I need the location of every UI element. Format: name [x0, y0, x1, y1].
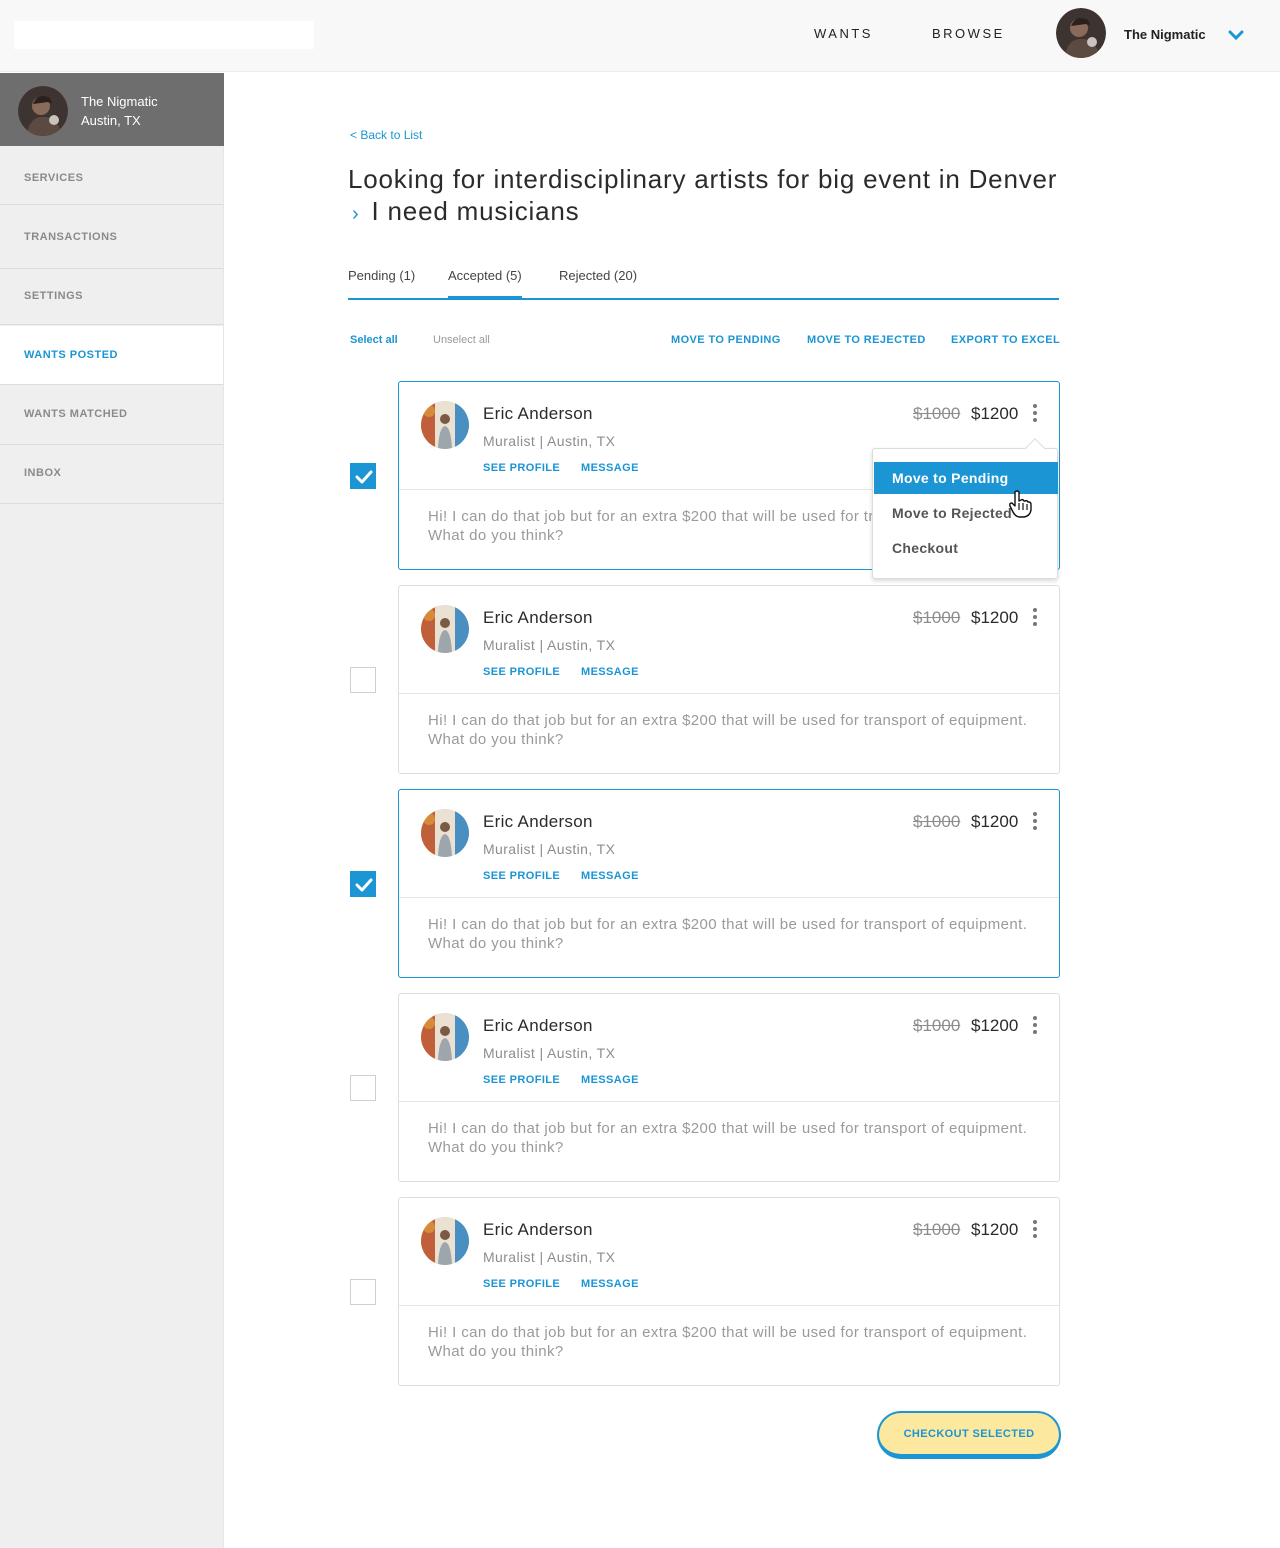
sidebar-item-settings[interactable]: SETTINGS: [0, 270, 223, 325]
sidebar-item-label: SERVICES: [24, 172, 84, 184]
message-link[interactable]: MESSAGE: [581, 666, 639, 678]
more-options-icon[interactable]: [1029, 1220, 1041, 1242]
message-link[interactable]: MESSAGE: [581, 870, 639, 882]
offer-price: $1200: [971, 1220, 1019, 1239]
see-profile-link[interactable]: SEE PROFILE: [483, 462, 560, 474]
offer-price: $1200: [971, 1016, 1019, 1035]
applicant-card-header: Eric Anderson Muralist | Austin, TX SEE …: [399, 1198, 1059, 1306]
applicant-message: Hi! I can do that job but for an extra $…: [428, 1324, 1028, 1360]
export-to-excel-button[interactable]: EXPORT TO EXCEL: [951, 334, 1060, 346]
checkout-selected-button[interactable]: CHECKOUT SELECTED: [877, 1411, 1061, 1459]
more-options-icon[interactable]: [1029, 812, 1041, 834]
see-profile-link[interactable]: SEE PROFILE: [483, 1074, 560, 1086]
chevron-down-icon[interactable]: [1228, 28, 1244, 41]
original-price: $1000: [913, 812, 961, 831]
applicant-avatar[interactable]: [421, 401, 469, 449]
status-tabs: Pending (1) Accepted (5) Rejected (20): [348, 266, 1059, 300]
applicant-checkbox[interactable]: [350, 463, 376, 489]
applicant-message: Hi! I can do that job but for an extra $…: [428, 1120, 1028, 1156]
applicant-card-header: Eric Anderson Muralist | Austin, TX SEE …: [399, 790, 1059, 898]
applicant-avatar[interactable]: [421, 605, 469, 653]
menu-item-checkout[interactable]: Checkout: [874, 532, 1058, 564]
see-profile-link[interactable]: SEE PROFILE: [483, 870, 560, 882]
applicant-card: Eric Anderson Muralist | Austin, TX SEE …: [398, 993, 1060, 1182]
more-options-icon[interactable]: [1029, 404, 1041, 426]
original-price: $1000: [913, 1220, 961, 1239]
message-link[interactable]: MESSAGE: [581, 462, 639, 474]
sidebar-avatar: [18, 86, 68, 136]
sidebar-item-services[interactable]: SERVICES: [0, 146, 223, 205]
select-all-link[interactable]: Select all: [350, 334, 398, 346]
message-link[interactable]: MESSAGE: [581, 1074, 639, 1086]
see-profile-link[interactable]: SEE PROFILE: [483, 666, 560, 678]
original-price: $1000: [913, 404, 961, 423]
offer-price: $1200: [971, 812, 1019, 831]
more-options-icon[interactable]: [1029, 1016, 1041, 1038]
checkout-selected-label: CHECKOUT SELECTED: [903, 1428, 1035, 1440]
move-to-rejected-button[interactable]: MOVE TO REJECTED: [807, 334, 926, 346]
sidebar-item-label: INBOX: [24, 467, 62, 479]
tab-accepted[interactable]: Accepted (5): [448, 268, 522, 300]
applicant-subtitle: Muralist | Austin, TX: [483, 1249, 616, 1265]
sidebar-profile[interactable]: The Nigmatic Austin, TX: [0, 73, 224, 146]
sidebar-item-label: TRANSACTIONS: [24, 231, 118, 243]
applicant-subtitle: Muralist | Austin, TX: [483, 841, 616, 857]
sidebar-item-label: SETTINGS: [24, 290, 84, 302]
tab-rejected[interactable]: Rejected (20): [559, 268, 637, 300]
breadcrumb-chevron-icon: ›: [352, 203, 360, 225]
sidebar-item-label: WANTS MATCHED: [24, 408, 128, 420]
hand-pointer-icon: [1008, 490, 1032, 523]
applicant-checkbox[interactable]: [350, 667, 376, 693]
applicant-avatar[interactable]: [421, 809, 469, 857]
applicant-card: Eric Anderson Muralist | Austin, TX SEE …: [398, 789, 1060, 978]
applicant-subtitle: Muralist | Austin, TX: [483, 637, 616, 653]
applicant-subtitle: Muralist | Austin, TX: [483, 1045, 616, 1061]
sidebar-item-transactions[interactable]: TRANSACTIONS: [0, 206, 223, 269]
user-avatar[interactable]: [1056, 8, 1106, 58]
want-title[interactable]: Looking for interdisciplinary artists fo…: [348, 164, 1057, 194]
sidebar-item-label: WANTS POSTED: [24, 349, 119, 361]
applicant-checkbox[interactable]: [350, 1075, 376, 1101]
sidebar-item-wants-posted[interactable]: WANTS POSTED: [0, 326, 223, 385]
page-title: Looking for interdisciplinary artists fo…: [348, 163, 1068, 230]
sidebar-profile-name: The Nigmatic: [81, 94, 158, 109]
applicant-name[interactable]: Eric Anderson: [483, 1220, 593, 1240]
see-profile-link[interactable]: SEE PROFILE: [483, 1278, 560, 1290]
want-subtitle: I need musicians: [371, 196, 580, 226]
applicant-card-header: Eric Anderson Muralist | Austin, TX SEE …: [399, 994, 1059, 1102]
nav-wants-link[interactable]: WANTS: [814, 26, 873, 41]
applicant-subtitle: Muralist | Austin, TX: [483, 433, 616, 449]
sidebar-item-inbox[interactable]: INBOX: [0, 445, 223, 504]
sidebar-item-wants-matched[interactable]: WANTS MATCHED: [0, 386, 223, 445]
applicant-message: Hi! I can do that job but for an extra $…: [428, 712, 1028, 748]
user-name[interactable]: The Nigmatic: [1124, 27, 1206, 42]
applicant-message: Hi! I can do that job but for an extra $…: [428, 916, 1028, 952]
applicant-checkbox[interactable]: [350, 871, 376, 897]
applicant-name[interactable]: Eric Anderson: [483, 812, 593, 832]
logo-placeholder[interactable]: [14, 21, 314, 49]
applicant-name[interactable]: Eric Anderson: [483, 608, 593, 628]
sidebar: The Nigmatic Austin, TX SERVICES TRANSAC…: [0, 73, 224, 1548]
original-price: $1000: [913, 1016, 961, 1035]
offer-price: $1200: [971, 608, 1019, 627]
nav-browse-link[interactable]: BROWSE: [932, 26, 1005, 41]
back-to-list-link[interactable]: < Back to List: [350, 128, 422, 142]
unselect-all-link[interactable]: Unselect all: [433, 334, 490, 346]
sidebar-profile-location: Austin, TX: [81, 113, 141, 128]
original-price: $1000: [913, 608, 961, 627]
tab-pending[interactable]: Pending (1): [348, 268, 415, 300]
applicant-name[interactable]: Eric Anderson: [483, 404, 593, 424]
applicant-card: Eric Anderson Muralist | Austin, TX SEE …: [398, 585, 1060, 774]
applicant-card-header: Eric Anderson Muralist | Austin, TX SEE …: [399, 586, 1059, 694]
applicant-avatar[interactable]: [421, 1013, 469, 1061]
applicant-card: Eric Anderson Muralist | Austin, TX SEE …: [398, 1197, 1060, 1386]
offer-price: $1200: [971, 404, 1019, 423]
applicant-avatar[interactable]: [421, 1217, 469, 1265]
applicant-checkbox[interactable]: [350, 1279, 376, 1305]
applicant-name[interactable]: Eric Anderson: [483, 1016, 593, 1036]
more-options-icon[interactable]: [1029, 608, 1041, 630]
move-to-pending-button[interactable]: MOVE TO PENDING: [671, 334, 781, 346]
message-link[interactable]: MESSAGE: [581, 1278, 639, 1290]
top-bar: WANTS BROWSE The Nigmatic: [0, 0, 1280, 72]
